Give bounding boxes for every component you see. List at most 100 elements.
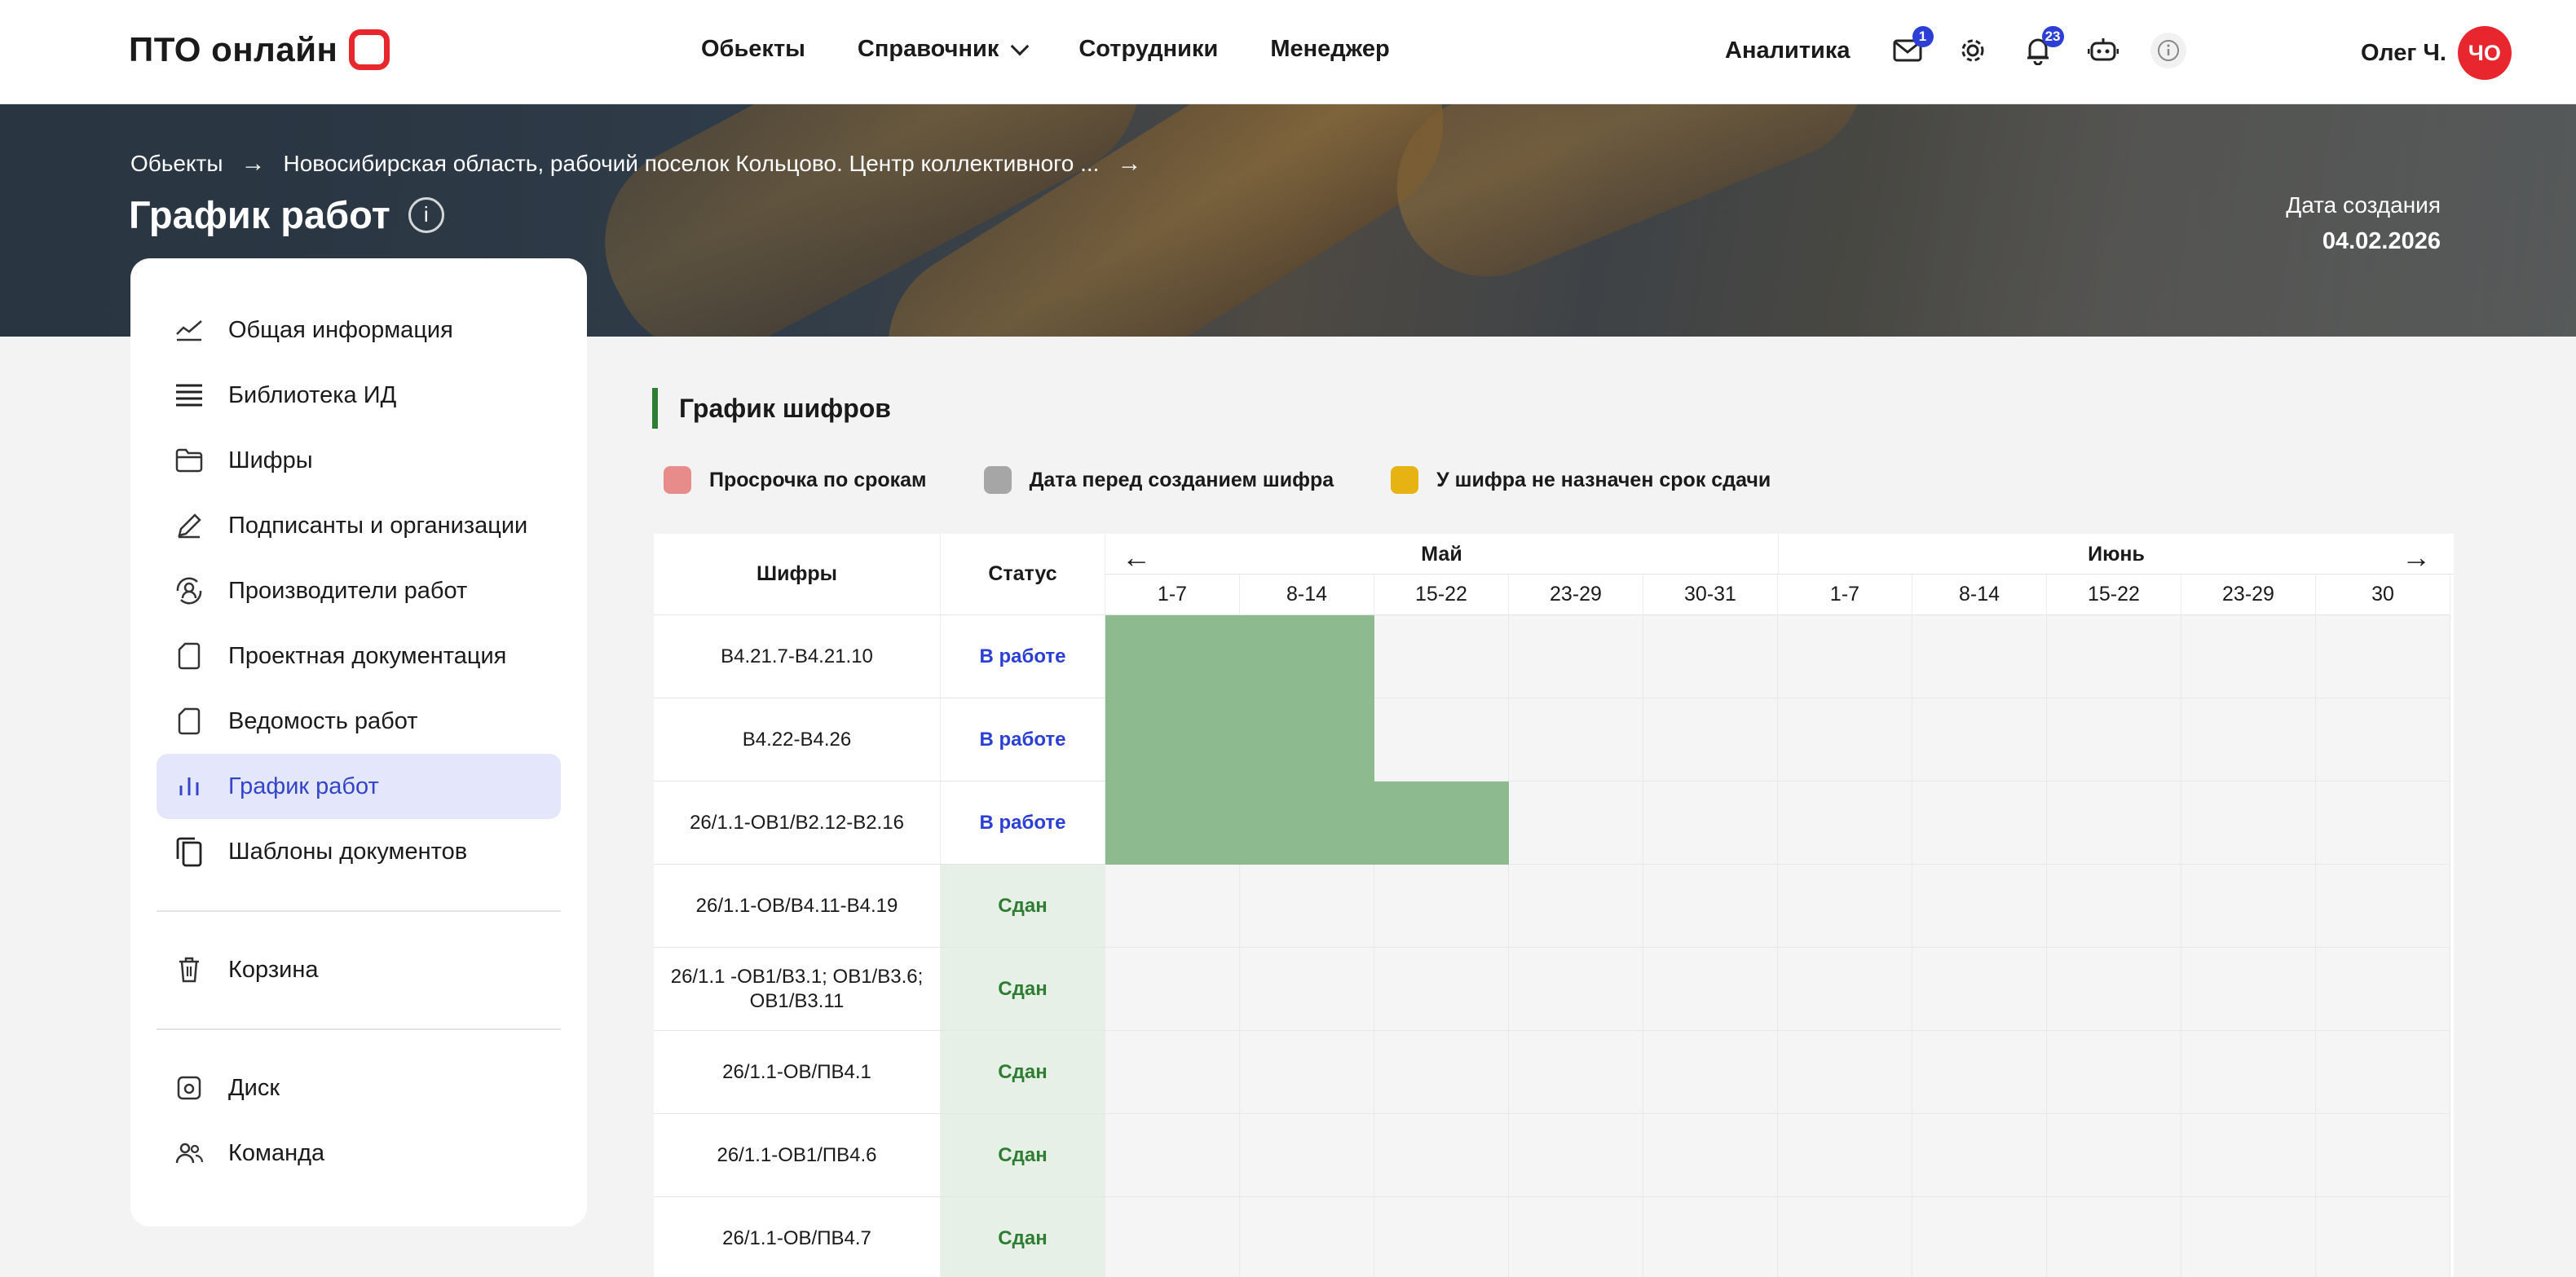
schedule-cell[interactable]	[2047, 1031, 2181, 1114]
notifications-button[interactable]: 23	[2020, 26, 2064, 68]
schedule-cell[interactable]	[1509, 1031, 1643, 1114]
schedule-bar-cell[interactable]	[1240, 782, 1374, 865]
schedule-cell[interactable]	[2181, 698, 2316, 782]
schedule-cell[interactable]	[1643, 948, 1778, 1031]
schedule-cell[interactable]	[1643, 615, 1778, 698]
schedule-cell[interactable]	[1509, 865, 1643, 948]
schedule-cell[interactable]	[1778, 865, 1912, 948]
schedule-cell[interactable]	[2181, 615, 2316, 698]
sidebar-item-general-info[interactable]: Общая информация	[157, 297, 561, 363]
schedule-cell[interactable]	[1374, 948, 1509, 1031]
schedule-cell[interactable]	[2047, 865, 2181, 948]
schedule-cell[interactable]	[1778, 1197, 1912, 1277]
schedule-cell[interactable]	[1912, 1031, 2047, 1114]
breadcrumb-object[interactable]: Новосибирская область, рабочий поселок К…	[284, 151, 1100, 177]
schedule-cell[interactable]	[1374, 698, 1509, 782]
schedule-bar-cell[interactable]	[1240, 615, 1374, 698]
schedule-cell[interactable]	[2316, 782, 2450, 865]
schedule-cell[interactable]	[1105, 1197, 1240, 1277]
user-menu[interactable]: Олег Ч. ЧО	[2361, 26, 2512, 80]
schedule-cell[interactable]	[2316, 1197, 2450, 1277]
sidebar-item-schedule[interactable]: График работ	[157, 754, 561, 819]
schedule-cell[interactable]	[1509, 948, 1643, 1031]
schedule-cell[interactable]	[1509, 1197, 1643, 1277]
nav-directory[interactable]: Справочник	[858, 36, 1030, 63]
schedule-cell[interactable]	[1643, 782, 1778, 865]
sidebar-item-id-library[interactable]: Библиотека ИД	[157, 363, 561, 428]
schedule-cell[interactable]	[2047, 782, 2181, 865]
schedule-bar-cell[interactable]	[1240, 698, 1374, 782]
schedule-cell[interactable]	[1374, 1197, 1509, 1277]
schedule-cell[interactable]	[1240, 1114, 1374, 1197]
schedule-cell[interactable]	[1778, 948, 1912, 1031]
schedule-cell[interactable]	[2047, 948, 2181, 1031]
logo[interactable]: ПТО онлайн	[129, 29, 390, 70]
schedule-cell[interactable]	[1240, 865, 1374, 948]
schedule-cell[interactable]	[2047, 1197, 2181, 1277]
schedule-cell[interactable]	[1105, 1031, 1240, 1114]
schedule-cell[interactable]	[1509, 698, 1643, 782]
schedule-bar-cell[interactable]	[1374, 782, 1509, 865]
analytics-link[interactable]: Аналитика	[1725, 37, 1850, 64]
schedule-cell[interactable]	[1509, 782, 1643, 865]
sidebar-item-work-statement[interactable]: Ведомость работ	[157, 689, 561, 754]
sidebar-item-team[interactable]: Команда	[157, 1121, 561, 1186]
schedule-cell[interactable]	[2181, 1114, 2316, 1197]
schedule-cell[interactable]	[2316, 865, 2450, 948]
schedule-cell[interactable]	[1912, 1114, 2047, 1197]
schedule-cell[interactable]	[1778, 698, 1912, 782]
schedule-cell[interactable]	[1240, 1031, 1374, 1114]
code-cell[interactable]: 26/1.1-ОВ/ПВ4.1	[654, 1031, 941, 1114]
schedule-cell[interactable]	[1643, 1114, 1778, 1197]
nav-manager[interactable]: Менеджер	[1270, 36, 1389, 63]
schedule-cell[interactable]	[2047, 1114, 2181, 1197]
schedule-cell[interactable]	[2316, 615, 2450, 698]
schedule-cell[interactable]	[2181, 948, 2316, 1031]
settings-button[interactable]	[1955, 33, 1991, 68]
schedule-cell[interactable]	[2181, 782, 2316, 865]
schedule-cell[interactable]	[2316, 948, 2450, 1031]
code-cell[interactable]: В4.21.7-В4.21.10	[654, 615, 941, 698]
schedule-cell[interactable]	[1912, 1197, 2047, 1277]
arrow-right-icon[interactable]: →	[2402, 540, 2431, 575]
sidebar-item-disk[interactable]: Диск	[157, 1055, 561, 1121]
schedule-cell[interactable]	[1374, 1031, 1509, 1114]
sidebar-item-trash[interactable]: Корзина	[157, 937, 561, 1002]
schedule-cell[interactable]	[1643, 698, 1778, 782]
schedule-cell[interactable]	[2316, 1114, 2450, 1197]
schedule-cell[interactable]	[1778, 615, 1912, 698]
schedule-cell[interactable]	[1778, 1114, 1912, 1197]
code-cell[interactable]: В4.22-В4.26	[654, 698, 941, 782]
schedule-cell[interactable]	[1509, 1114, 1643, 1197]
schedule-cell[interactable]	[1374, 1114, 1509, 1197]
schedule-bar-cell[interactable]	[1105, 782, 1240, 865]
code-cell[interactable]: 26/1.1-ОВ/В4.11-В4.19	[654, 865, 941, 948]
schedule-cell[interactable]	[1374, 865, 1509, 948]
schedule-cell[interactable]	[1643, 1197, 1778, 1277]
schedule-cell[interactable]	[1509, 615, 1643, 698]
code-cell[interactable]: 26/1.1-ОВ/ПВ4.7	[654, 1197, 941, 1277]
schedule-bar-cell[interactable]	[1105, 615, 1240, 698]
code-cell[interactable]: 26/1.1-ОВ1/В2.12-В2.16	[654, 782, 941, 865]
nav-objects[interactable]: Обьекты	[701, 36, 805, 63]
sidebar-item-templates[interactable]: Шаблоны документов	[157, 819, 561, 884]
sidebar-item-project-docs[interactable]: Проектная документация	[157, 623, 561, 689]
info-icon[interactable]: i	[408, 196, 444, 233]
schedule-cell[interactable]	[2181, 1031, 2316, 1114]
schedule-cell[interactable]	[2047, 698, 2181, 782]
schedule-bar-cell[interactable]	[1105, 698, 1240, 782]
schedule-cell[interactable]	[1105, 1114, 1240, 1197]
nav-employees[interactable]: Сотрудники	[1078, 36, 1218, 63]
schedule-cell[interactable]	[1374, 615, 1509, 698]
schedule-cell[interactable]	[1240, 1197, 1374, 1277]
assistant-button[interactable]	[2085, 33, 2121, 68]
schedule-cell[interactable]	[1912, 782, 2047, 865]
schedule-cell[interactable]	[1912, 865, 2047, 948]
code-cell[interactable]: 26/1.1-ОВ1/ПВ4.6	[654, 1114, 941, 1197]
schedule-cell[interactable]	[1778, 782, 1912, 865]
schedule-cell[interactable]	[1240, 948, 1374, 1031]
schedule-cell[interactable]	[1912, 698, 2047, 782]
mail-button[interactable]: 1	[1890, 26, 1934, 68]
schedule-cell[interactable]	[2181, 865, 2316, 948]
schedule-cell[interactable]	[2047, 615, 2181, 698]
